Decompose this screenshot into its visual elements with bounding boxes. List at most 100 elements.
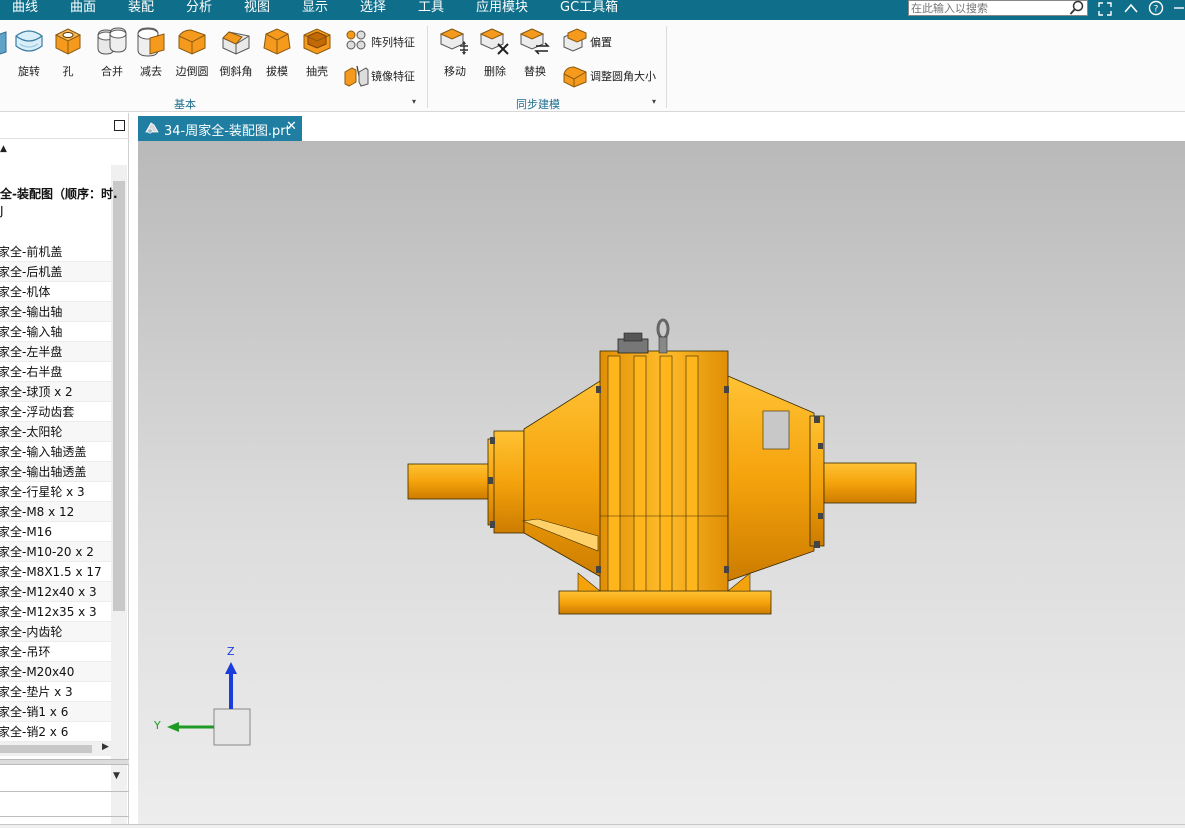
resize-blend-button[interactable]: 调整圆角大小: [562, 62, 662, 88]
pattern-feature-icon: [346, 30, 366, 50]
tree-node[interactable]: 周家全-输入轴透盖: [0, 442, 111, 462]
sync-group-label: 同步建模: [516, 98, 560, 111]
navigator-horizontal-scrollbar[interactable]: ▶: [0, 742, 111, 756]
revolve-label: 旋转: [18, 65, 40, 78]
menu-select[interactable]: 选择: [360, 0, 386, 15]
mirror-feature-icon: [344, 65, 369, 87]
tree-node[interactable]: 周家全-M12x35 x 3: [0, 602, 111, 622]
chamfer-button[interactable]: 倒斜角: [214, 24, 258, 79]
status-bar: [0, 824, 1185, 828]
draft-button[interactable]: 拔模: [255, 24, 299, 79]
edge-blend-label: 边倒圆: [175, 65, 209, 78]
menu-surface[interactable]: 曲面: [70, 0, 96, 15]
subtract-button[interactable]: 减去: [129, 24, 173, 79]
menu-tools[interactable]: 工具: [418, 0, 444, 15]
delete-face-button[interactable]: 删除: [473, 24, 517, 79]
scrollbar-thumb[interactable]: [113, 181, 125, 611]
unite-button[interactable]: 合并: [90, 24, 134, 79]
tree-node[interactable]: 周家全-吊环: [0, 642, 111, 662]
navigator-vertical-scrollbar[interactable]: ▼: [111, 165, 127, 828]
scrollbar-thumb[interactable]: [0, 745, 92, 753]
tree-node[interactable]: 周家全-后机盖: [0, 262, 111, 282]
pattern-feature-button[interactable]: 阵列特征: [343, 28, 423, 54]
tree-node[interactable]: 周家全-M20x40: [0, 662, 111, 682]
tree-node[interactable]: 周家全-太阳轮: [0, 422, 111, 442]
maximize-icon[interactable]: [114, 120, 125, 131]
menu-applications[interactable]: 应用模块: [476, 0, 528, 15]
collapse-icon[interactable]: ▲: [0, 144, 7, 154]
graphics-viewport[interactable]: Z Y: [138, 141, 1185, 824]
move-face-button[interactable]: 移动: [433, 24, 477, 79]
mirror-feature-button[interactable]: 镜像特征: [343, 62, 423, 88]
tree-node[interactable]: 周家全-浮动齿套: [0, 402, 111, 422]
tree-node[interactable]: 周家全-机体: [0, 282, 111, 302]
offset-face-label: 偏置: [590, 36, 612, 49]
replace-face-button[interactable]: 替换: [513, 24, 557, 79]
minimize-icon[interactable]: [1170, 0, 1185, 18]
tree-node[interactable]: 周家全-垫片 x 3: [0, 682, 111, 702]
edge-blend-icon: [178, 29, 206, 55]
menu-display[interactable]: 显示: [302, 0, 328, 15]
tree-node[interactable]: 周家全-前机盖: [0, 242, 111, 262]
close-tab-icon[interactable]: ✕: [286, 119, 297, 134]
tree-node[interactable]: 周家全-行星轮 x 3: [0, 482, 111, 502]
tree-node[interactable]: 周家全-M10-20 x 2: [0, 542, 111, 562]
tree-node[interactable]: 周家全-球顶 x 2: [0, 382, 111, 402]
input-shaft: [407, 463, 499, 500]
tree-node[interactable]: 周家全-输出轴透盖: [0, 462, 111, 482]
z-axis-label: Z: [227, 645, 235, 658]
hole-button[interactable]: 孔: [46, 24, 90, 79]
document-tab[interactable]: 34-周家全-装配图.prt ✕: [138, 116, 302, 141]
revolve-icon: [15, 30, 43, 52]
rear-flange: [809, 415, 825, 547]
scroll-right-icon[interactable]: ▶: [102, 742, 109, 752]
offset-face-button[interactable]: 偏置: [562, 28, 622, 54]
help-icon[interactable]: ?: [1147, 0, 1165, 18]
draft-icon: [263, 28, 291, 55]
scroll-down-icon[interactable]: ▼: [113, 771, 120, 781]
group-separator: [427, 26, 428, 108]
front-flange: [493, 430, 525, 534]
search-icon[interactable]: [1069, 0, 1085, 16]
tree-node[interactable]: 周家全-销2 x 6: [0, 722, 111, 742]
basic-group-label: 基本: [174, 98, 196, 111]
menu-assembly[interactable]: 装配: [128, 0, 154, 15]
resize-blend-label: 调整圆角大小: [590, 70, 656, 83]
sync-group-expand-icon[interactable]: ▾: [652, 97, 656, 106]
offset-face-icon: [563, 28, 587, 52]
tree-node[interactable]: 周家全-内齿轮: [0, 622, 111, 642]
menu-view[interactable]: 视图: [244, 0, 270, 15]
y-axis-label: Y: [154, 719, 161, 732]
tree-node[interactable]: 周家全-输出轴: [0, 302, 111, 322]
assembly-root-node[interactable]: 全-装配图（顺序：时.: [0, 185, 118, 202]
tree-node[interactable]: 周家全-M12x40 x 3: [0, 582, 111, 602]
collapse-ribbon-icon[interactable]: [1122, 0, 1140, 18]
rear-cover-cone: [727, 375, 815, 582]
subtract-icon: [137, 27, 165, 57]
command-search[interactable]: [908, 0, 1088, 16]
tree-node[interactable]: 周家全-右半盘: [0, 362, 111, 382]
shell-button[interactable]: 抽壳: [295, 24, 339, 79]
tree-node[interactable]: 周家全-销1 x 6: [0, 702, 111, 722]
tree-node[interactable]: 周家全-M8 x 12: [0, 502, 111, 522]
tree-node[interactable]: 周家全-M16: [0, 522, 111, 542]
constraints-node[interactable]: J: [0, 204, 4, 218]
fullscreen-icon[interactable]: [1096, 0, 1114, 18]
delete-face-label: 删除: [484, 65, 506, 78]
menu-analysis[interactable]: 分析: [186, 0, 212, 15]
gear-reducer-model[interactable]: [138, 141, 1185, 824]
base-plate: [558, 590, 772, 615]
revolve-button[interactable]: 旋转: [7, 24, 51, 79]
basic-group-expand-icon[interactable]: ▾: [412, 97, 416, 106]
ribbon: 旋转 孔 合并 减去 边倒圆 倒斜角 拔模 抽壳 阵列特征 镜像特征 基本 ▾ …: [0, 20, 1185, 112]
tree-node[interactable]: 周家全-左半盘: [0, 342, 111, 362]
hole-label: 孔: [62, 65, 74, 78]
edge-blend-button[interactable]: 边倒圆: [170, 24, 214, 79]
tree-node[interactable]: 周家全-M8X1.5 x 17: [0, 562, 111, 582]
menu-curve[interactable]: 曲线: [12, 0, 38, 15]
command-search-input[interactable]: [909, 1, 1069, 16]
panel-splitter[interactable]: [0, 759, 129, 765]
navigator-header: [0, 113, 129, 139]
tree-node[interactable]: 周家全-输入轴: [0, 322, 111, 342]
menu-gc-toolbox[interactable]: GC工具箱: [560, 0, 618, 15]
